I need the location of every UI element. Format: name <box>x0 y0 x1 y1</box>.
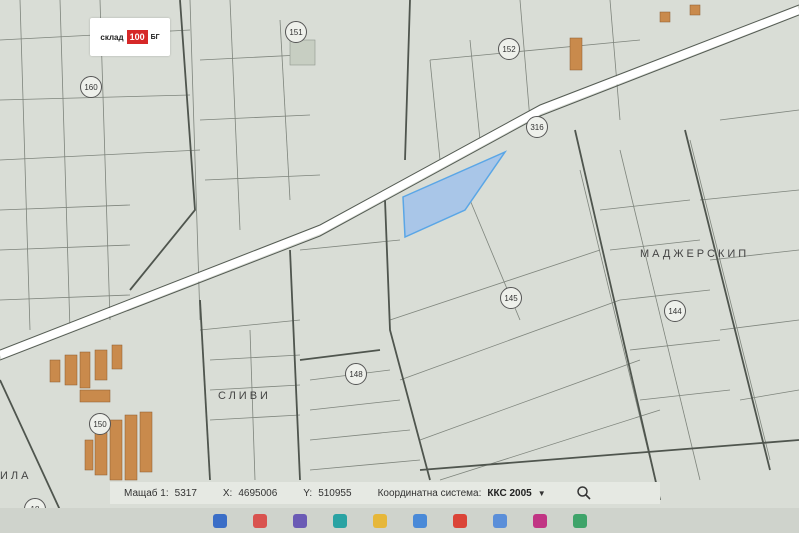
taskbar-app-icon[interactable] <box>532 513 547 528</box>
map-status-bar: Мащаб 1: 5317 X: 4695006 Y: 510955 Коорд… <box>110 482 660 504</box>
taskbar-app-icon[interactable] <box>492 513 507 528</box>
coordinate-system-label: Координатна система: <box>377 487 482 499</box>
parcel-label[interactable]: 148 <box>345 363 367 385</box>
parcel-label[interactable]: 160 <box>80 76 102 98</box>
taskbar-app-icon[interactable] <box>292 513 307 528</box>
logo-word: склад <box>100 32 124 42</box>
search-icon[interactable] <box>576 485 592 501</box>
x-coordinate: 4695006 <box>238 487 278 499</box>
taskbar-app-icon[interactable] <box>332 513 347 528</box>
parcel-label[interactable]: 145 <box>500 287 522 309</box>
logo: склад 100 БГ <box>90 18 170 56</box>
parcel-label[interactable]: 152 <box>498 38 520 60</box>
cadastral-map-view[interactable]: склад 100 БГ 151 152 160 316 145 144 148… <box>0 0 799 533</box>
parcel-label[interactable]: 151 <box>285 21 307 43</box>
taskbar-app-icon[interactable] <box>452 513 467 528</box>
taskbar-app-icon[interactable] <box>252 513 267 528</box>
scale-value: 5317 <box>174 487 197 499</box>
cadastral-map[interactable] <box>0 0 799 533</box>
coordinate-system-select[interactable]: ККС 2005 <box>487 488 531 499</box>
logo-suffix: БГ <box>150 33 160 41</box>
district-label: СЛИВИ <box>218 390 271 402</box>
taskbar-app-icon[interactable] <box>412 513 427 528</box>
district-label: МАДЖЕРСКИП <box>640 248 750 260</box>
taskbar <box>0 508 799 533</box>
logo-mark: 100 <box>126 30 148 44</box>
parcel-label[interactable]: 316 <box>526 116 548 138</box>
y-coordinate: 510955 <box>318 487 352 499</box>
parcel-label[interactable]: 144 <box>664 300 686 322</box>
taskbar-app-icon[interactable] <box>572 513 587 528</box>
taskbar-app-icon[interactable] <box>212 513 227 528</box>
chevron-down-icon[interactable]: ▼ <box>538 489 546 498</box>
scale-label: Мащаб 1: <box>124 487 169 499</box>
parcel-label[interactable]: 150 <box>89 413 111 435</box>
y-label: Y: <box>303 487 313 499</box>
taskbar-app-icon[interactable] <box>372 513 387 528</box>
x-label: X: <box>222 487 233 499</box>
district-label: ИЛА <box>0 470 32 482</box>
